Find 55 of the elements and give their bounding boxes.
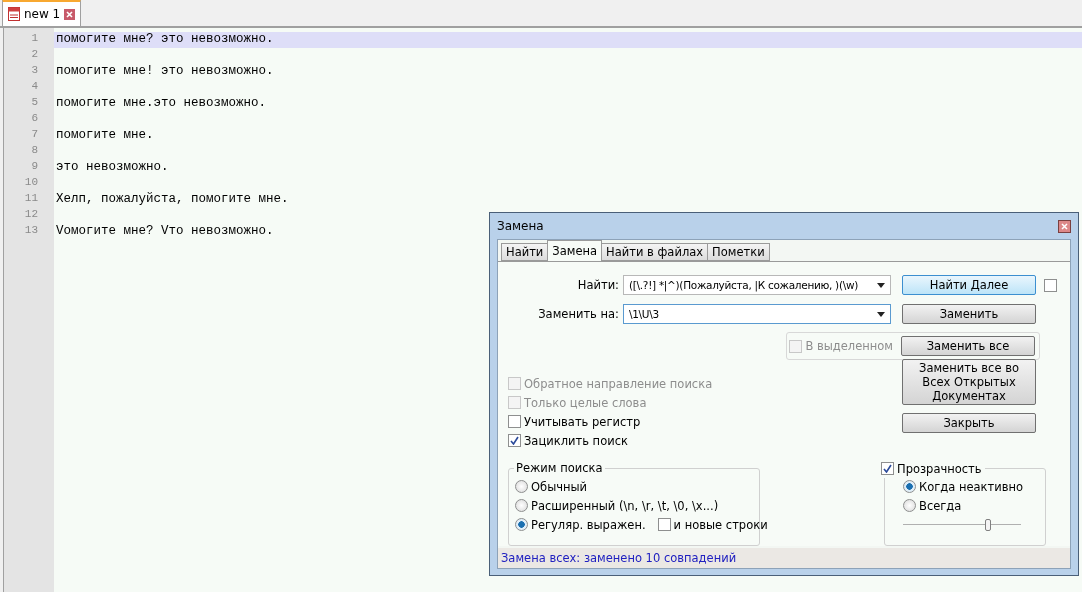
code-line: это невозможно. <box>56 160 169 174</box>
status-text: Замена всех: заменено 10 совпадений <box>501 551 737 565</box>
radio-button[interactable]: Всегда <box>903 496 1039 515</box>
checkbox[interactable]: Учитывать регистр <box>508 412 884 431</box>
check-icon <box>883 464 892 473</box>
replace-field[interactable]: \1\U\3 <box>623 304 891 324</box>
line-number: 11 <box>23 192 39 206</box>
code-line: помогите мне. <box>56 128 154 142</box>
radio-button[interactable]: Когда неактивно <box>903 477 1039 496</box>
caret-icon[interactable] <box>877 282 885 288</box>
code-line: помогите мне? это невозможно. <box>56 32 274 46</box>
dialog-tab[interactable]: Замена <box>547 240 603 261</box>
line-number: 1 <box>30 32 39 46</box>
code-line: помогите мне! это невозможно. <box>56 64 274 78</box>
find-field[interactable]: ([\.?!] *|^)(Пожалуйста, |К сожалению, )(\w) <box>623 275 891 295</box>
radio-button[interactable]: Обычный <box>515 477 588 496</box>
replace-all-button[interactable]: Заменить все <box>901 336 1035 356</box>
dialog-title: Замена <box>497 219 544 233</box>
checkbox[interactable]: Зациклить поиск <box>508 431 884 450</box>
close-button[interactable]: Закрыть <box>902 413 1036 433</box>
file-tab[interactable]: new 1 <box>2 0 82 26</box>
dialog-tab[interactable]: Пометки <box>707 243 770 261</box>
close-icon[interactable] <box>64 8 76 20</box>
dialog-tab[interactable]: Найти <box>501 243 549 261</box>
line-number: 10 <box>23 176 39 190</box>
code-line: Vомогите мне? Vто невозможно. <box>56 224 274 238</box>
find-next-button[interactable]: Найти Далее <box>902 275 1036 295</box>
line-number: 5 <box>30 96 39 110</box>
radio-button[interactable]: Регуляр. выражен. <box>515 515 646 534</box>
line-number: 13 <box>23 224 39 238</box>
line-number: 4 <box>30 80 39 94</box>
field-label: Заменить на: <box>537 307 619 321</box>
dialog-tab[interactable]: Найти в файлах <box>601 243 709 261</box>
check-icon <box>510 436 519 445</box>
line-number: 12 <box>23 208 39 222</box>
document-icon <box>8 7 20 21</box>
replace-button[interactable]: Заменить <box>902 304 1036 324</box>
line-number: 7 <box>30 128 39 142</box>
field-label: Найти: <box>576 278 619 292</box>
line-number: 9 <box>30 160 39 174</box>
slider-thumb[interactable] <box>984 519 991 531</box>
checkbox[interactable] <box>1044 278 1057 292</box>
checkbox[interactable]: Прозрачность <box>881 459 985 478</box>
line-number: 2 <box>30 48 39 62</box>
tab-label: new 1 <box>24 7 61 21</box>
code-line: Хелп, пожалуйста, помогите мне. <box>56 192 289 206</box>
caret-icon[interactable] <box>877 311 885 317</box>
line-number: 6 <box>30 112 39 126</box>
line-number: 3 <box>30 64 39 78</box>
line-number: 8 <box>30 144 39 158</box>
radio-button[interactable]: Расширенный (\n, \r, \t, \0, \x...) <box>515 496 719 515</box>
checkbox[interactable]: и новые строки <box>657 515 768 534</box>
group-title: Режим поиска <box>514 461 605 475</box>
replace-all-documents-button[interactable]: Заменить все во Всех Открытых Документах <box>902 359 1036 405</box>
code-line: помогите мне.это невозможно. <box>56 96 267 110</box>
